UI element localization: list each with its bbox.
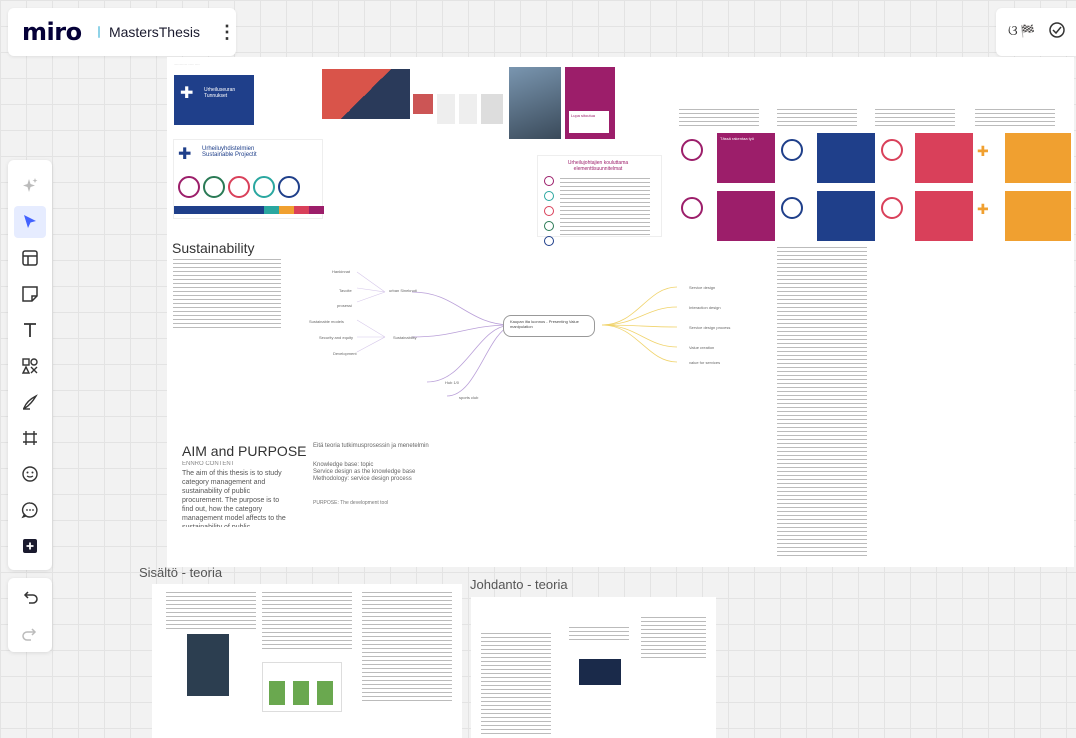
photo-card-1[interactable] [322,69,410,119]
johdanto-image[interactable] [579,659,621,685]
mindmap-node[interactable]: prosessi [337,303,352,308]
sustainability-heading[interactable]: Sustainability [172,240,255,256]
navy-card-1[interactable] [777,129,875,185]
mindmap-connectors [356,271,678,397]
section-label-sisalto[interactable]: Sisältö - teoria [139,565,222,580]
theory-line3: Service design as the knowledge base [313,469,416,475]
text-block [777,109,857,127]
circles-card[interactable]: ✚ Urheiluyhdistelmien Sustainable Projec… [173,139,324,219]
text-block [875,109,955,127]
mindmap-node[interactable]: Interaction design [689,305,721,310]
sustainability-text [173,259,281,331]
navy-card-2[interactable] [777,187,875,243]
shapes-icon[interactable] [14,350,46,382]
red-card-2[interactable] [877,187,973,243]
thumb-4[interactable] [481,94,503,124]
left-toolbar [8,160,52,570]
right-text-column [777,247,867,557]
red-card-1[interactable] [877,129,973,185]
add-apps-icon[interactable] [14,530,46,562]
aim-heading[interactable]: AIM and PURPOSE [182,443,307,459]
mindmap-node[interactable]: Tavoite [339,288,352,293]
svg-text:🏁: 🏁 [1020,24,1035,38]
board-icon [97,26,106,38]
circles-card-title: Urheiluyhdistelmien Sustainable Projecti… [202,146,257,158]
orange-card-2[interactable]: ✚ [975,187,1071,243]
history-panel [8,578,52,652]
theory-line2: Knowledge base: topic [313,462,374,468]
thumb-3[interactable] [459,94,477,124]
pen-icon[interactable] [14,386,46,418]
list-text [560,178,650,236]
ai-sparkle-icon[interactable] [14,170,46,202]
diagram-image[interactable] [262,662,342,712]
mindmap-node[interactable]: urban Sineknoti [389,288,417,293]
sisalto-frame[interactable] [152,584,462,738]
mindmap-node[interactable]: Value creation [689,345,714,350]
select-icon[interactable] [14,206,46,238]
mindmap-node[interactable]: Hub 1/0 [445,380,459,385]
text-icon[interactable] [14,314,46,346]
johdanto-text-1 [481,633,551,735]
theory-line4: Methodology: service design process [313,476,412,482]
chat-icon[interactable] [1048,21,1066,44]
main-frame[interactable]: ✚ Urheiluseuran Tunnukset ..............… [167,57,1074,567]
frame-icon[interactable] [14,422,46,454]
sticker-icon[interactable] [14,458,46,490]
miro-logo[interactable]: miro [22,18,82,46]
theory-purpose: PURPOSE: The development tool [313,500,389,506]
aim-intro: ENNRO CONTENT [182,461,235,467]
johdanto-frame[interactable] [471,597,716,738]
sisalto-text-3 [362,592,452,702]
comment-icon[interactable] [14,494,46,526]
magenta-card-2[interactable] [677,187,775,243]
sisalto-text-1 [166,592,256,630]
mindmap-node[interactable]: Service design process [689,325,730,330]
text-block [679,109,759,127]
orange-card-1[interactable]: ✚ [975,129,1071,185]
board-header: miro MastersThesis ⋮ [8,8,236,56]
text-block [975,109,1055,127]
board-name[interactable]: MastersThesis [109,24,200,40]
section-label-johdanto[interactable]: Johdanto - teoria [470,577,568,592]
circles-list-title: Urheilujohtajien kouluttama elementtisuu… [567,160,629,172]
johdanto-text-2 [569,627,629,643]
mindmap-node[interactable]: value for services [689,360,720,365]
mindmap-node[interactable]: Hankinnat [332,269,350,274]
magenta-card-1[interactable]: Tässä rakentaa työ [677,129,775,185]
blue-card[interactable]: ✚ Urheiluseuran Tunnukset [174,75,254,125]
mindmap-node[interactable]: Sustainability [393,335,417,340]
sisalto-text-2 [262,592,352,652]
blue-card-title: Urheiluseuran Tunnukset [204,87,236,99]
mindmap-node[interactable]: Service design [689,285,715,290]
johdanto-text-3 [641,617,706,661]
thumb-2[interactable] [437,94,455,124]
circles-list-card[interactable]: Urheilujohtajien kouluttama elementtisuu… [537,155,662,246]
photo-card-2[interactable] [509,67,561,139]
mindmap-center[interactable]: Kaupan ilta luonnos - Presenting Value m… [503,315,595,337]
reactions-icon[interactable]: ଓ 🏁 [1008,21,1038,44]
svg-text:ଓ: ଓ [1008,23,1018,39]
mindmap-node[interactable]: sports club [459,395,478,400]
theory-line1: Eitä teoria tutkimusprosessin ja menetel… [313,443,429,449]
templates-icon[interactable] [14,242,46,274]
card-caption: ................ ....... ...... [174,62,200,66]
thumb-1[interactable] [413,94,433,114]
redo-icon[interactable] [14,618,46,650]
mindmap-node[interactable]: Security and equity [319,335,353,340]
purple-card-text: Tässä rakentaa työ [720,136,755,141]
aim-body: The aim of this thesis is to study categ… [182,470,286,527]
book-cover[interactable] [187,634,229,696]
undo-icon[interactable] [14,581,46,613]
mindmap-node[interactable]: Development [333,351,357,356]
mindmap-node[interactable]: Sustainable models [309,319,344,324]
sticky-note-icon[interactable] [14,278,46,310]
board-menu-icon[interactable]: ⋮ [218,22,236,43]
collab-bar: ଓ 🏁 [996,8,1076,56]
purple-book[interactable]: Lupa sitoutua [565,67,615,139]
